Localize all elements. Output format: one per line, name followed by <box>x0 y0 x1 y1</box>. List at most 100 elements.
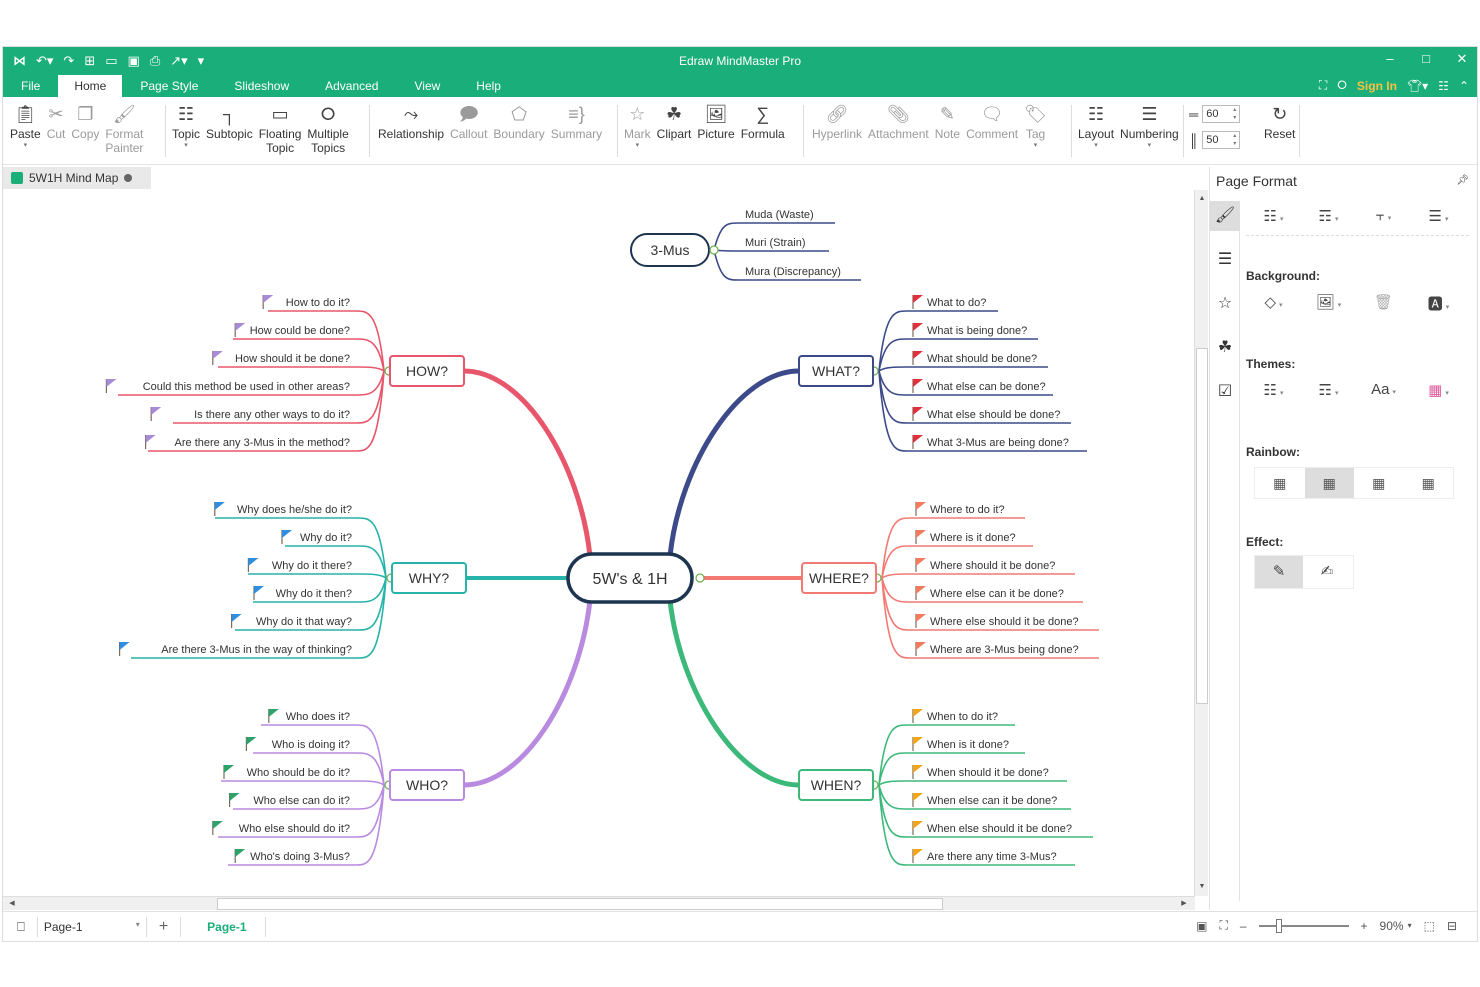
cut-button[interactable]: ✂ Cut <box>44 103 69 161</box>
collapse-ribbon-icon[interactable]: ⌃ <box>1459 79 1469 93</box>
document-tab[interactable]: 5W1H Mind Map <box>3 167 151 189</box>
format-painter-button[interactable]: 🖌︎ Format Painter <box>102 103 146 161</box>
rainbow-option-2-icon[interactable]: ▦ <box>1304 468 1354 498</box>
note-button[interactable]: ✎ Note <box>932 103 963 161</box>
numbering-icon[interactable]: ☰ ▾ <box>1411 207 1466 225</box>
subtopic-text: Where else should it be done? <box>930 616 1079 628</box>
horizontal-scrollbar[interactable]: ◀ ▶ <box>3 896 1195 910</box>
skin-icon[interactable]: 👕︎▾ <box>1407 79 1428 93</box>
attachment-button[interactable]: 📎︎ Attachment <box>865 103 932 161</box>
fit-width-icon[interactable]: ⊟ <box>1447 919 1457 933</box>
tab-view[interactable]: View <box>396 75 458 97</box>
fullscreen-icon[interactable]: ⛶ <box>1219 918 1227 933</box>
hyperlink-button[interactable]: 🔗︎ Hyperlink <box>809 103 865 161</box>
topic-button[interactable]: ☷ Topic ▾ <box>169 103 203 161</box>
scroll-up-icon[interactable]: ▲ <box>1196 192 1208 206</box>
horizontal-spacing-input[interactable]: 60 <box>1202 105 1241 123</box>
rainbow-option-1-icon[interactable]: ▦ <box>1255 468 1305 498</box>
scroll-down-icon[interactable]: ▼ <box>1196 880 1208 894</box>
flag-icon <box>229 793 240 801</box>
horizontal-scroll-thumb[interactable] <box>217 898 943 910</box>
floating-topic-button[interactable]: ▭ Floating Topic <box>256 103 305 161</box>
task-tab-icon[interactable]: ☑ <box>1210 377 1240 407</box>
tab-home[interactable]: Home <box>58 75 123 97</box>
structure-icon[interactable]: ☷ ▾ <box>1246 207 1301 225</box>
insert-background-image-icon[interactable]: 🖼︎ ▾ <box>1301 293 1356 314</box>
reset-button[interactable]: ↻ Reset <box>1261 103 1298 161</box>
scroll-left-icon[interactable]: ◀ <box>5 897 19 911</box>
comment-button[interactable]: 🗨︎ Comment <box>963 103 1021 161</box>
mindmap-canvas[interactable]: How to do it? How could be done? How shoul… <box>3 190 1195 896</box>
summary-button[interactable]: ≡} Summary <box>548 103 605 161</box>
tab-slideshow[interactable]: Slideshow <box>216 75 307 97</box>
add-page-button[interactable]: + <box>159 918 168 936</box>
fit-window-icon[interactable]: ⬚ <box>1424 919 1435 933</box>
multiple-topics-button[interactable]: ⭘ Multiple Topics <box>304 103 351 161</box>
copy-button[interactable]: ❐ Copy <box>68 103 102 161</box>
color-palette-icon[interactable]: ▦ ▾ <box>1411 381 1466 399</box>
outline-tab-icon[interactable]: ☰ <box>1210 245 1240 275</box>
page-tab[interactable]: Page-1 <box>207 920 246 934</box>
numbering-button[interactable]: ☰ Numbering ▾ <box>1117 103 1182 161</box>
tab-page-style[interactable]: Page Style <box>122 75 216 97</box>
rainbow-option-4-icon[interactable]: ▦ <box>1404 468 1454 498</box>
media-group: ☆ Mark ▾ ☘ Clipart 🖼︎ Picture ∑ Formula <box>621 103 788 161</box>
mark-tab-icon[interactable]: ☆ <box>1210 289 1240 319</box>
vertical-scroll-thumb[interactable] <box>1196 348 1208 704</box>
connector-icon[interactable]: ⫟ ▾ <box>1356 207 1411 225</box>
close-button[interactable]: ✕ <box>1455 51 1469 67</box>
zoom-level[interactable]: 90% <box>1380 919 1404 933</box>
sign-in-link[interactable]: Sign In <box>1357 79 1397 93</box>
effect-hand-drawn-icon[interactable]: ✍ <box>1303 556 1351 588</box>
page-view-icon[interactable]: ⎕ <box>17 919 25 935</box>
watermark-icon[interactable]: 🅰︎ ▾ <box>1411 293 1466 314</box>
flag-icon <box>214 502 225 510</box>
boundary-button[interactable]: ⬠ Boundary <box>490 103 547 161</box>
clipart-tab-icon[interactable]: ☘ <box>1210 333 1240 363</box>
fit-page-icon[interactable]: ▣ <box>1196 919 1207 933</box>
zoom-in-button[interactable]: + <box>1361 919 1368 933</box>
tab-advanced[interactable]: Advanced <box>307 75 396 97</box>
clipart-button[interactable]: ☘ Clipart <box>654 103 695 161</box>
branch-connector <box>461 597 593 788</box>
callout-icon: 🗩︎ <box>458 104 479 124</box>
font-icon[interactable]: Aa ▾ <box>1356 381 1411 399</box>
fullscreen-icon[interactable]: ⛶ <box>1319 78 1327 93</box>
remove-background-image-icon[interactable]: 🗑︎ <box>1356 293 1411 314</box>
effect-normal-icon[interactable]: ✎ <box>1255 556 1303 588</box>
tab-help[interactable]: Help <box>458 75 519 97</box>
subtopic-text: Who should be do it? <box>247 767 350 779</box>
maximize-button[interactable]: □ <box>1419 51 1433 67</box>
zoom-out-button[interactable]: – <box>1240 919 1247 933</box>
picture-button[interactable]: 🖼︎ Picture <box>694 103 737 161</box>
formula-button[interactable]: ∑ Formula <box>738 103 788 161</box>
paste-button[interactable]: 📋︎ Paste ▾ <box>7 103 44 161</box>
zoom-dropdown-icon[interactable]: ▾ <box>1408 921 1412 930</box>
vertical-scrollbar[interactable]: ▲ ▼ <box>1194 190 1208 896</box>
vertical-spacing-icon: ║ <box>1189 132 1199 148</box>
zoom-slider[interactable] <box>1258 918 1349 933</box>
zoom-slider-knob[interactable] <box>1275 918 1282 933</box>
layout-icon[interactable]: ☶ ▾ <box>1301 207 1356 225</box>
share-icon[interactable]: ⭘ <box>1337 78 1347 93</box>
apps-icon[interactable]: ☷ <box>1438 79 1449 93</box>
page-format-tab-icon[interactable]: 🖌︎ <box>1210 201 1240 231</box>
relationship-button[interactable]: ⤳ Relationship <box>375 103 447 161</box>
flag-icon <box>913 351 923 359</box>
vertical-spacing-input[interactable]: 50 <box>1202 131 1241 149</box>
scroll-right-icon[interactable]: ▶ <box>1177 897 1191 911</box>
fill-color-icon[interactable]: ◇ ▾ <box>1246 293 1301 314</box>
tab-file[interactable]: File <box>3 75 58 97</box>
page-select[interactable]: Page-1 ▾ <box>44 920 140 934</box>
tag-button[interactable]: 🏷︎ Tag ▾ <box>1021 103 1050 161</box>
pin-icon[interactable]: 📌︎ <box>1456 175 1469 186</box>
flag-icon <box>151 407 162 415</box>
theme-style-icon[interactable]: ☶ ▾ <box>1301 381 1356 399</box>
rainbow-option-3-icon[interactable]: ▦ <box>1354 468 1404 498</box>
theme-icon[interactable]: ☷ ▾ <box>1246 381 1301 399</box>
layout-button[interactable]: ☷ Layout ▾ <box>1075 103 1117 161</box>
minimize-button[interactable]: – <box>1383 51 1397 67</box>
subtopic-button[interactable]: ┐ Subtopic <box>203 103 256 161</box>
mark-button[interactable]: ☆ Mark ▾ <box>621 103 654 161</box>
callout-button[interactable]: 🗩︎ Callout <box>447 103 490 161</box>
